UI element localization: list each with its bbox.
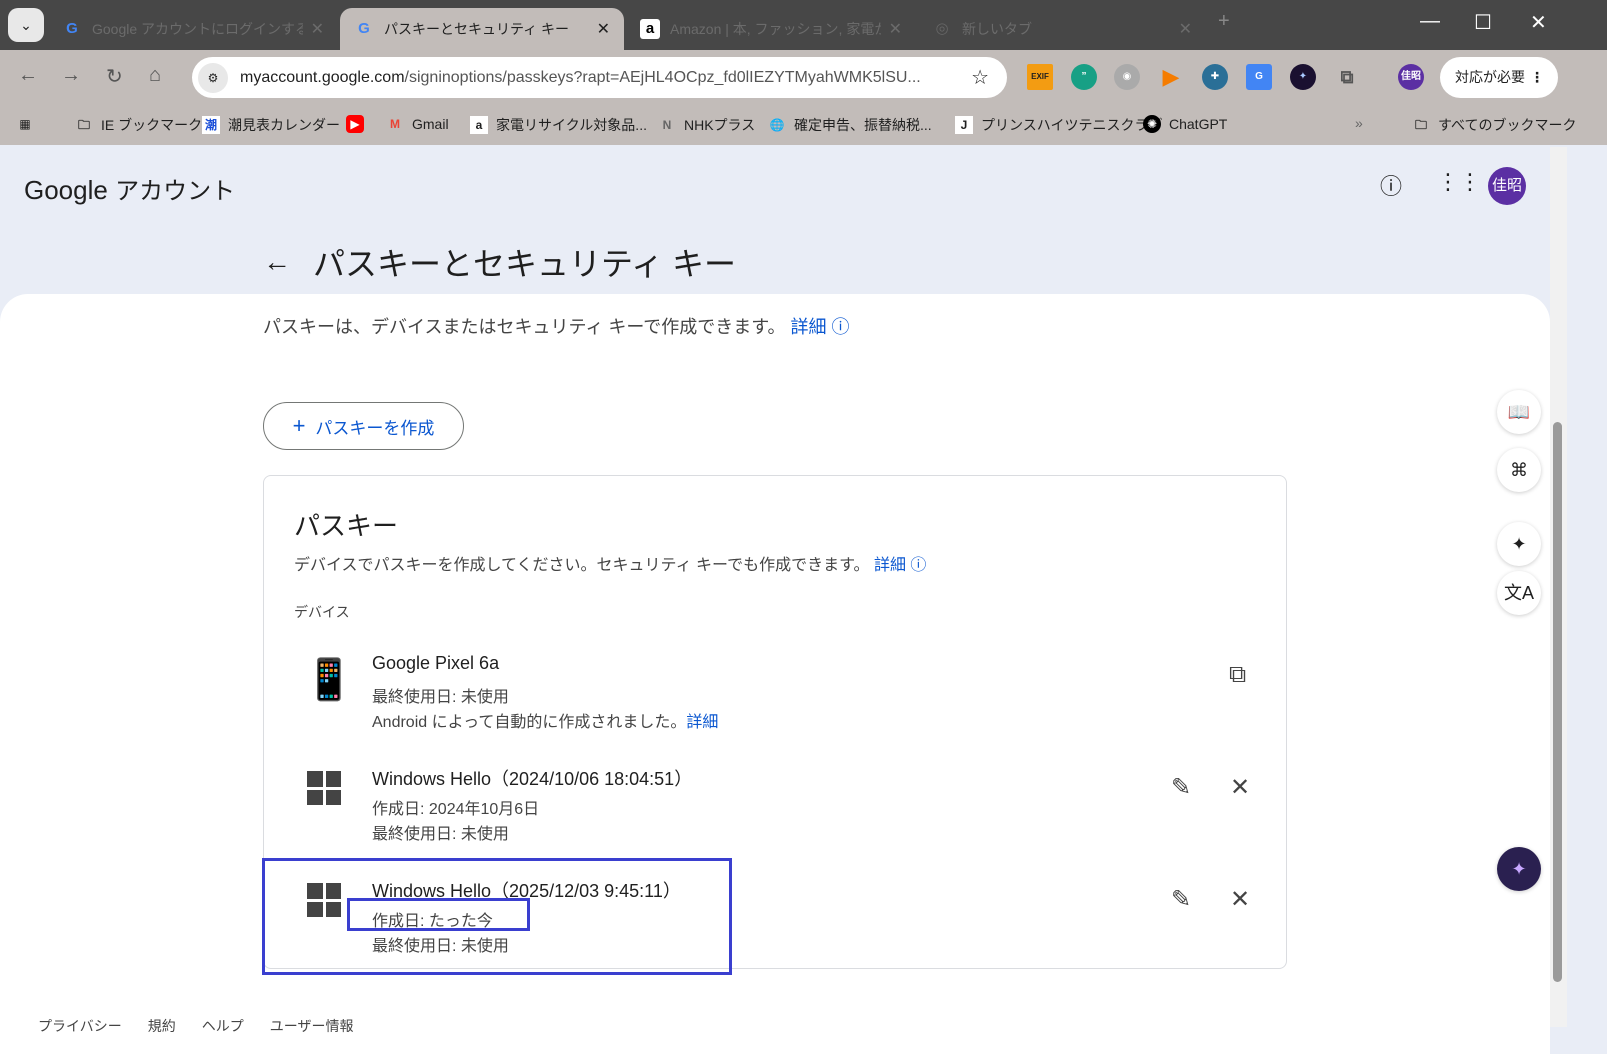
passkey-name: Windows Hello（2024/10/06 18:04:51） <box>372 769 693 789</box>
bookmark-tide[interactable]: 潮潮見表カレンダー <box>202 115 340 135</box>
card-details-link[interactable]: 詳細 ⓘ <box>874 557 926 574</box>
exif-extension-icon[interactable]: EXIF <box>1027 64 1053 90</box>
passkey-row: Windows Hello（2024/10/06 18:04:51） 作成日: … <box>264 753 1286 853</box>
bookmark-tennis[interactable]: J プリンスハイツテニスクラブ <box>955 115 1162 135</box>
sparkle-extension-icon[interactable]: ✦ <box>1290 64 1316 90</box>
close-tab-icon[interactable]: ✕ <box>311 19 324 39</box>
extensions-puzzle-icon[interactable]: ⧉ <box>1334 64 1360 90</box>
close-tab-icon[interactable]: ✕ <box>1179 19 1192 39</box>
intro-text: パスキーは、デバイスまたはセキュリティ キーで作成できます。 <box>263 317 786 337</box>
delete-x-icon[interactable]: ✕ <box>1230 885 1250 914</box>
apps-icon[interactable]: ▦ <box>16 115 42 133</box>
create-passkey-button[interactable]: + パスキーを作成 <box>263 402 464 450</box>
card-description: デバイスでパスキーを作成してください。セキュリティ キーでも作成できます。 <box>294 557 870 574</box>
back-arrow-icon[interactable]: ← <box>263 246 291 278</box>
tab-strip: ⌄ G Google アカウントにログインする ✕ G パスキーとセキュリティ キー ✕… <box>0 0 1607 50</box>
footer-about-link[interactable]: ユーザー情報 <box>270 1016 354 1036</box>
edit-pencil-icon[interactable]: ✎ <box>1171 773 1191 802</box>
details-link[interactable]: 詳細 ⓘ <box>791 317 850 337</box>
google-icon: G <box>358 20 370 37</box>
passkey-name: Google Pixel 6a <box>372 653 500 673</box>
passkey-details-link[interactable]: 詳細 <box>686 714 718 731</box>
tab-amazon[interactable]: a Amazon | 本, ファッション, 家電か ✕ <box>626 8 916 50</box>
bookmark-youtube[interactable]: ▶ <box>346 115 372 133</box>
account-avatar[interactable]: 佳昭 <box>1488 167 1526 205</box>
rss-extension-icon[interactable]: ◉ <box>1114 64 1140 90</box>
toolbar: ← → ↻ ⌂ ⚙ myaccount.google.com/signinopt… <box>0 50 1607 105</box>
more-bookmarks-icon[interactable]: » <box>1355 115 1363 131</box>
passkey-note: Android によって自動的に作成されました。 <box>372 714 687 731</box>
forward-button[interactable]: → <box>61 64 81 87</box>
tab-search-button[interactable]: ⌄ <box>8 8 44 42</box>
edit-pencil-icon[interactable]: ✎ <box>1171 885 1191 914</box>
help-icon[interactable]: ⓘ <box>1380 169 1402 201</box>
footer-help-link[interactable]: ヘルプ <box>202 1016 244 1036</box>
bookmark-gmail[interactable]: M Gmail <box>386 115 449 133</box>
bookmark-recycle[interactable]: a 家電リサイクル対象品... <box>470 115 647 135</box>
bookmark-nhk[interactable]: N NHKプラス <box>658 115 756 135</box>
bookmark-ie[interactable]: 🗀 IE ブックマーク <box>75 115 202 135</box>
ai-sparkle-icon[interactable]: ✦ <box>1497 522 1541 566</box>
passkey-row: 📱 Google Pixel 6a 最終使用日: 未使用 Android によっ… <box>264 641 1286 741</box>
passkey-created: 作成日: 2024年10月6日 <box>372 801 540 818</box>
footer-terms-link[interactable]: 規約 <box>148 1016 176 1036</box>
footer: プライバシー 規約 ヘルプ ユーザー情報 <box>38 1016 353 1036</box>
needs-action-button[interactable]: 対応が必要 ⋮ <box>1440 57 1558 98</box>
google-icon: G <box>66 20 78 37</box>
delete-x-icon[interactable]: ✕ <box>1230 773 1250 802</box>
minimize-button[interactable]: — <box>1420 10 1440 33</box>
card-title: パスキー <box>294 511 399 541</box>
bookmark-tax[interactable]: 🌐 確定申告、振替納税... <box>768 115 932 135</box>
bookmarks-bar: ▦ 🗀 IE ブックマーク 潮潮見表カレンダー ▶ M Gmail a 家電リサイクル… <box>0 105 1607 145</box>
translate-extension-icon[interactable]: G <box>1246 64 1272 90</box>
amazon-icon: a <box>640 19 660 39</box>
translate-icon[interactable]: 文A <box>1497 571 1541 615</box>
chrome-icon: ◎ <box>935 20 949 37</box>
bookmark-chatgpt[interactable]: ✺ ChatGPT <box>1143 115 1227 133</box>
tab-passkeys[interactable]: G パスキーとセキュリティ キー ✕ <box>340 8 624 50</box>
passkey-last-used: 最終使用日: 未使用 <box>372 689 509 706</box>
bookmark-star-icon[interactable]: ☆ <box>971 65 989 90</box>
highlight-box-created-date <box>347 898 530 931</box>
scrollbar[interactable] <box>1550 147 1567 1027</box>
open-external-icon[interactable]: ⧉ <box>1229 661 1246 689</box>
quote-extension-icon[interactable]: ” <box>1071 64 1097 90</box>
address-bar[interactable]: ⚙ myaccount.google.com/signinoptions/pas… <box>192 57 1007 98</box>
play-extension-icon[interactable]: ▶ <box>1158 64 1184 90</box>
reload-button[interactable]: ↻ <box>106 64 123 89</box>
maximize-button[interactable]: ☐ <box>1474 10 1492 35</box>
more-menu-icon[interactable]: ⋮ <box>1530 57 1544 98</box>
windows-icon <box>307 771 341 805</box>
devices-label: デバイス <box>294 604 350 620</box>
page-title: パスキーとセキュリティ キー <box>313 246 736 282</box>
gemini-icon[interactable]: ✦ <box>1497 847 1541 891</box>
game-extension-icon[interactable]: ✚ <box>1202 64 1228 90</box>
url-text: myaccount.google.com/signinoptions/passk… <box>240 68 921 86</box>
tab-new[interactable]: ◎ 新しいタブ ✕ <box>918 8 1206 50</box>
google-account-logo[interactable]: Google アカウント <box>24 171 235 206</box>
profile-avatar[interactable]: 佳昭 <box>1398 64 1424 90</box>
all-bookmarks[interactable]: 🗀 すべてのブックマーク <box>1412 115 1576 135</box>
passkey-last-used: 最終使用日: 未使用 <box>372 826 509 843</box>
footer-privacy-link[interactable]: プライバシー <box>38 1016 122 1036</box>
back-button[interactable]: ← <box>18 64 38 87</box>
close-tab-icon[interactable]: ✕ <box>889 19 902 39</box>
site-info-icon[interactable]: ⚙ <box>198 62 228 93</box>
tab-google-login[interactable]: G Google アカウントにログインする ✕ <box>48 8 338 50</box>
apps-grid-icon[interactable]: ⋮⋮ <box>1437 169 1481 195</box>
scrollbar-thumb[interactable] <box>1553 422 1562 982</box>
android-phone-icon: 📱 <box>304 658 354 702</box>
reading-mode-icon[interactable]: 📖 <box>1497 390 1541 434</box>
plus-icon: + <box>292 413 306 438</box>
close-tab-icon[interactable]: ✕ <box>597 19 610 39</box>
shortcuts-icon[interactable]: ⌘ <box>1497 448 1541 492</box>
close-window-button[interactable]: ✕ <box>1530 10 1547 35</box>
new-tab-button[interactable]: + <box>1218 10 1230 33</box>
home-button[interactable]: ⌂ <box>149 64 161 87</box>
